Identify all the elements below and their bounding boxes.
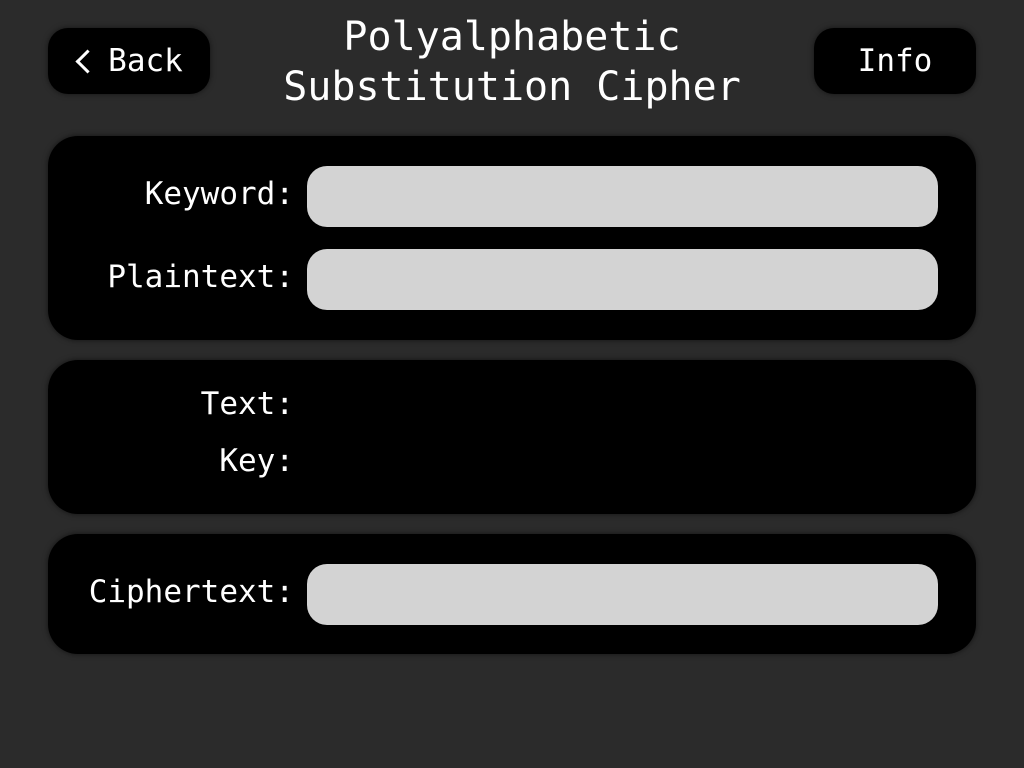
back-button[interactable]: Back xyxy=(48,28,210,94)
page-title-line2: Substitution Cipher xyxy=(283,64,741,110)
key-label: Key: xyxy=(219,443,294,479)
keyword-field[interactable] xyxy=(307,166,938,227)
ciphertext-label: Ciphertext: xyxy=(88,574,294,610)
back-button-label: Back xyxy=(108,43,183,79)
plaintext-field[interactable] xyxy=(307,249,938,310)
cipher-screen: Back Polyalphabetic Substitution Cipher … xyxy=(0,0,1024,768)
info-button[interactable]: Info xyxy=(814,28,976,94)
input-panel: Keyword: Plaintext: xyxy=(48,136,976,340)
page-title-line1: Polyalphabetic xyxy=(343,14,681,60)
info-button-label: Info xyxy=(857,43,933,79)
plaintext-label: Plaintext: xyxy=(107,259,294,295)
mapping-panel: Text: Key: xyxy=(48,360,976,514)
chevron-left-icon xyxy=(75,48,100,74)
ciphertext-field[interactable] xyxy=(307,564,938,625)
page-title: Polyalphabetic Substitution Cipher xyxy=(230,12,794,112)
output-panel: Ciphertext: xyxy=(48,534,976,654)
keyword-label: Keyword: xyxy=(144,176,294,212)
text-label: Text: xyxy=(200,386,294,422)
